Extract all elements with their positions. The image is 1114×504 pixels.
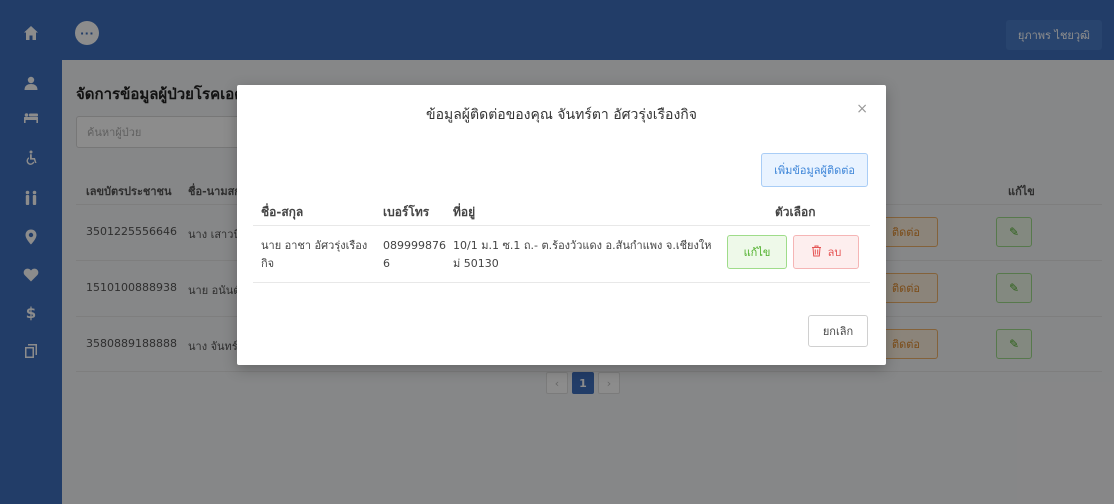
column-header-options: ตัวเลือก: [775, 205, 816, 219]
delete-label: ลบ: [827, 246, 842, 259]
contact-name: นาย อาชา อัศวรุ่งเรือง กิจ: [261, 239, 368, 270]
contact-address: 10/1 ม.1 ซ.1 ถ.- ต.ร้องวัวแดง อ.สันกำแพง…: [453, 239, 712, 270]
edit-contact-button[interactable]: แก้ไข: [727, 235, 787, 269]
contact-phone: 089999876 6: [383, 239, 446, 270]
close-icon[interactable]: ×: [856, 101, 868, 117]
divider: [253, 225, 870, 226]
column-header-name: ชื่อ-สกุล: [261, 205, 304, 219]
contact-modal: ข้อมูลผู้ติดต่อของคุณ จันทร์ตา อัศวรุ่งเ…: [237, 85, 886, 365]
delete-contact-button[interactable]: ลบ: [793, 235, 859, 269]
modal-title: ข้อมูลผู้ติดต่อของคุณ จันทร์ตา อัศวรุ่งเ…: [426, 107, 697, 123]
trash-icon: [811, 245, 822, 260]
column-header-address: ที่อยู่: [453, 205, 476, 219]
divider: [253, 282, 870, 283]
add-contact-button[interactable]: เพิ่มข้อมูลผู้ติดต่อ: [761, 153, 868, 187]
column-header-phone: เบอร์โทร: [383, 205, 430, 219]
cancel-button[interactable]: ยกเลิก: [808, 315, 868, 347]
